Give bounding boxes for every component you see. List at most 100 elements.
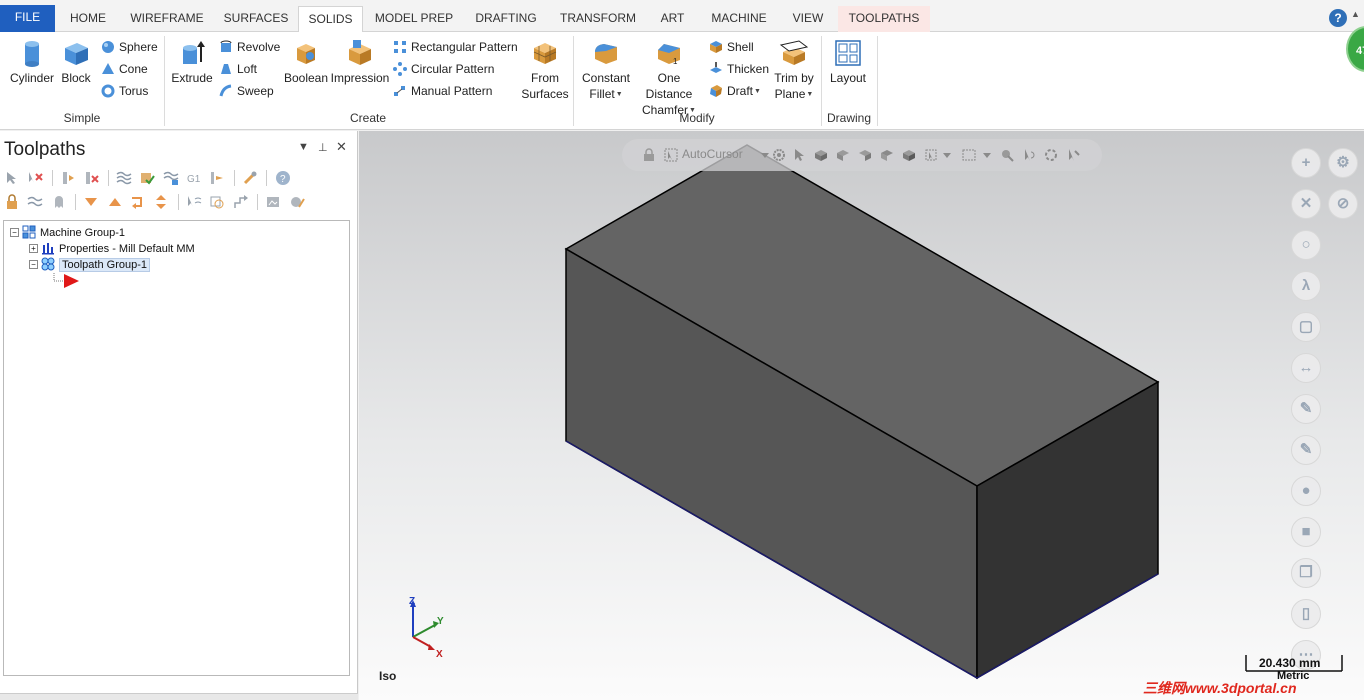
- select-last-icon[interactable]: [1022, 148, 1036, 162]
- post-g1-icon[interactable]: G1: [186, 170, 202, 186]
- trim-by-plane-button[interactable]: Trim by Plane▼: [771, 38, 817, 103]
- zoom-in-button[interactable]: +: [1291, 148, 1321, 178]
- dropdown-arrow-icon[interactable]: ▼: [754, 88, 761, 95]
- impression-button[interactable]: Impression: [330, 38, 390, 86]
- verify-selection-icon[interactable]: [1000, 148, 1014, 162]
- analyze-button[interactable]: ○: [1291, 230, 1321, 260]
- select-arrow-icon[interactable]: [792, 148, 806, 162]
- tab-solids[interactable]: SOLIDS: [298, 6, 363, 33]
- move-insert-down-icon[interactable]: [83, 194, 99, 210]
- post-selected-icon[interactable]: [209, 170, 225, 186]
- deselect-operations-icon[interactable]: [27, 170, 44, 186]
- tab-surfaces[interactable]: SURFACES: [216, 6, 296, 32]
- layout-button[interactable]: Layout: [826, 38, 870, 86]
- lock-icon[interactable]: [642, 148, 656, 162]
- shell-button[interactable]: Shell: [709, 37, 754, 57]
- pencil-button[interactable]: ✎: [1291, 394, 1321, 424]
- tab-wireframe[interactable]: WIREFRAME: [122, 6, 212, 32]
- select-loop-icon[interactable]: [880, 148, 894, 162]
- block-button[interactable]: Block: [58, 38, 94, 86]
- extrude-button[interactable]: Extrude: [170, 38, 214, 86]
- rotate-view-icon[interactable]: [1044, 148, 1058, 162]
- chevron-down-icon[interactable]: [758, 148, 772, 162]
- gear-icon[interactable]: [772, 148, 786, 162]
- select-body-icon[interactable]: [902, 148, 916, 162]
- autocursor-label[interactable]: AutoCursor: [682, 147, 743, 161]
- tab-model-prep[interactable]: MODEL PREP: [366, 6, 462, 32]
- simulate-icon[interactable]: [163, 170, 179, 186]
- chevron-down-icon[interactable]: [940, 148, 954, 162]
- regenerate-selected-icon[interactable]: [60, 170, 76, 186]
- toolpath-manager-tool-icon[interactable]: [242, 170, 258, 186]
- torus-button[interactable]: Torus: [101, 81, 148, 101]
- manual-pattern-button[interactable]: Manual Pattern: [393, 81, 492, 101]
- verify-icon[interactable]: [139, 170, 156, 186]
- xform-button[interactable]: ▢: [1291, 312, 1321, 342]
- cylinder-button[interactable]: Cylinder: [8, 38, 56, 86]
- thicken-button[interactable]: Thicken: [709, 59, 769, 79]
- tab-file[interactable]: FILE: [0, 5, 55, 32]
- display-options-icon[interactable]: [265, 194, 281, 210]
- stock-model-icon[interactable]: [289, 194, 305, 210]
- loft-button[interactable]: Loft: [219, 59, 257, 79]
- highlight-toolpath-icon[interactable]: [209, 194, 225, 210]
- dropdown-arrow-icon[interactable]: ▼: [806, 91, 813, 98]
- draft-button[interactable]: Draft▼: [709, 81, 761, 101]
- close-icon[interactable]: ✕: [336, 139, 347, 155]
- chevron-up-icon[interactable]: ▲: [1351, 9, 1360, 19]
- circular-pattern-button[interactable]: Circular Pattern: [393, 59, 494, 79]
- expand-toggle-icon[interactable]: +: [29, 244, 38, 253]
- section-view-button[interactable]: ▯: [1291, 599, 1321, 629]
- help-circle-icon[interactable]: ?: [275, 170, 291, 186]
- one-distance-chamfer-button[interactable]: 1 One Distance Chamfer▼: [633, 38, 705, 119]
- rectangular-pattern-button[interactable]: Rectangular Pattern: [393, 37, 518, 57]
- tab-view[interactable]: VIEW: [782, 6, 834, 32]
- scroll-insert-icon[interactable]: [153, 194, 169, 210]
- solid-block[interactable]: [359, 131, 1364, 700]
- toggle-display-icon[interactable]: [27, 194, 43, 210]
- revolve-button[interactable]: Revolve: [219, 37, 280, 57]
- distance-button[interactable]: ↔: [1291, 353, 1321, 383]
- edit-button[interactable]: ✎: [1291, 435, 1321, 465]
- tab-toolpaths[interactable]: TOOLPATHS: [838, 6, 930, 32]
- trim-break-button[interactable]: λ: [1291, 271, 1321, 301]
- select-edge-icon[interactable]: [858, 148, 872, 162]
- constant-fillet-button[interactable]: Constant Fillet▼: [579, 38, 633, 103]
- select-feature-icon[interactable]: [924, 148, 938, 162]
- autocursor-icon[interactable]: [664, 148, 678, 162]
- backplot-icon[interactable]: [116, 170, 132, 186]
- tree-node-properties[interactable]: + Properties - Mill Default MM: [29, 241, 195, 257]
- regenerate-dirty-icon[interactable]: [83, 170, 100, 186]
- tab-machine[interactable]: MACHINE: [700, 6, 778, 32]
- single-display-icon[interactable]: [233, 194, 249, 210]
- boolean-button[interactable]: Boolean: [283, 38, 329, 86]
- chevron-down-icon[interactable]: [980, 148, 994, 162]
- from-surfaces-button[interactable]: From Surfaces: [519, 38, 571, 102]
- lock-icon[interactable]: [4, 194, 20, 210]
- move-insert-up-icon[interactable]: [107, 194, 123, 210]
- help-icon[interactable]: ?: [1329, 9, 1347, 27]
- collapse-toggle-icon[interactable]: −: [29, 260, 38, 269]
- tab-transform[interactable]: TRANSFORM: [550, 6, 646, 32]
- collapse-toggle-icon[interactable]: −: [10, 228, 19, 237]
- clear-colors-button[interactable]: ⚙: [1328, 148, 1358, 178]
- tab-home[interactable]: HOME: [58, 6, 118, 32]
- tree-node-toolpath-group[interactable]: − Toolpath Group-1: [29, 257, 150, 273]
- solid-view-button[interactable]: ■: [1291, 517, 1321, 547]
- shaded-view-button[interactable]: ●: [1291, 476, 1321, 506]
- panel-menu-arrow-icon[interactable]: ▼: [298, 141, 309, 153]
- hide-entities-button[interactable]: ⊘: [1328, 189, 1358, 219]
- tree-node-machine-group[interactable]: − Machine Group-1: [10, 225, 125, 241]
- cone-button[interactable]: Cone: [101, 59, 148, 79]
- operations-tree[interactable]: − Machine Group-1 + Properties - Mill Defa…: [3, 220, 350, 676]
- insert-after-icon[interactable]: [130, 194, 146, 210]
- delete-entities-button[interactable]: ✕: [1291, 189, 1321, 219]
- select-by-icon[interactable]: [186, 194, 202, 210]
- select-all-operations-icon[interactable]: [4, 170, 20, 186]
- tab-art[interactable]: ART: [650, 6, 695, 32]
- sweep-button[interactable]: Sweep: [219, 81, 274, 101]
- toggle-posting-icon[interactable]: [51, 194, 67, 210]
- graphics-viewport[interactable]: AutoCursor + ⚙ ✕ ⊘ ○ λ ▢ ↔ ✎ ✎ ● ■ ❐ ▯ ⋯…: [359, 131, 1364, 700]
- solid-copy-button[interactable]: ❐: [1291, 558, 1321, 588]
- sphere-button[interactable]: Sphere: [101, 37, 158, 57]
